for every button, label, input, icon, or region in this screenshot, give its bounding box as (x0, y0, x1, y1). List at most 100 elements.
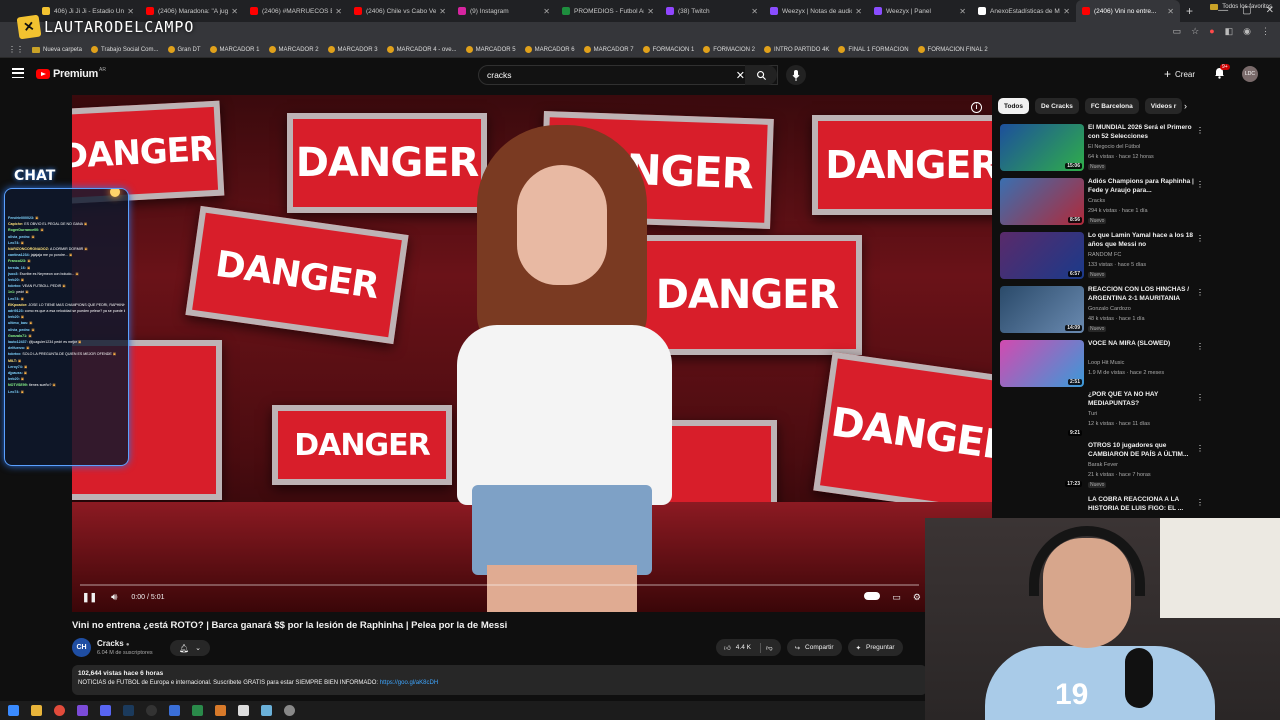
browser-menu-icon[interactable]: ⋮ (1261, 26, 1270, 37)
filter-chip[interactable]: Todos (998, 98, 1030, 114)
recommended-title[interactable]: El MUNDIAL 2026 Será el Primero con 52 S… (1088, 124, 1194, 141)
recommended-title[interactable]: OTROS 10 jugadores que CAMBIARON DE PAÍS… (1088, 442, 1194, 459)
chevron-right-icon[interactable]: › (1184, 101, 1187, 111)
description-box[interactable]: 102,644 vistas hace 6 horas NOTICIAS de … (72, 665, 927, 695)
app-icon[interactable] (261, 705, 272, 716)
subtitles-icon[interactable]: ▭ (892, 592, 901, 603)
recommended-title[interactable]: Adiós Champions para Raphinha | Fede y A… (1088, 178, 1194, 195)
bookmark-item[interactable]: Nueva carpeta (32, 46, 82, 53)
bookmark-item[interactable]: MARCADOR 6 (524, 46, 575, 53)
recommended-channel[interactable]: Barak Fever (1088, 462, 1118, 468)
bookmark-item[interactable]: INTRO PARTIDO 4K (763, 46, 829, 53)
close-tab-icon[interactable]: ✕ (335, 7, 342, 16)
recommended-title[interactable]: REACCIÓN CON LOS HINCHAS / ARGENTINA 2-1… (1088, 286, 1194, 303)
filter-chip[interactable]: FC Barcelona (1084, 98, 1139, 114)
share-button[interactable]: ↪ Compartir (786, 639, 842, 656)
windows-start-icon[interactable] (8, 705, 19, 716)
youtube-logo[interactable]: Premium AR (36, 67, 106, 80)
recommended-video[interactable]: 17:23 OTROS 10 jugadores que CAMBIARON DE… (1000, 442, 1280, 492)
cast-icon[interactable]: ▭ (1173, 26, 1182, 37)
bookmark-item[interactable]: FINAL 1 FORMACION (838, 46, 909, 53)
recommended-title[interactable]: ¿POR QUÉ YA NO HAY MEDIAPUNTAS? (1088, 391, 1194, 408)
recommended-video[interactable]: 8:56 Adiós Champions para Raphinha | Fede… (1000, 178, 1280, 228)
bookmark-item[interactable]: Trabajo Social Com... (91, 46, 159, 53)
video-thumbnail[interactable]: 6:57 (1000, 232, 1084, 279)
recommended-video[interactable]: 9:21 ¿POR QUÉ YA NO HAY MEDIAPUNTAS? Turi 1… (1000, 391, 1280, 441)
steam-icon[interactable] (123, 705, 134, 716)
search-button[interactable] (745, 65, 777, 85)
close-tab-icon[interactable]: ✕ (855, 7, 862, 16)
all-bookmarks[interactable]: Todos los favoritos (1210, 4, 1272, 10)
filter-chip[interactable]: De Cracks (1035, 98, 1079, 114)
new-tab-icon[interactable]: + (1186, 4, 1193, 18)
close-tab-icon[interactable]: ✕ (959, 7, 966, 16)
extension-icon[interactable]: ● (1209, 26, 1214, 37)
video-thumbnail[interactable]: 17:23 (1000, 442, 1084, 489)
bookmark-item[interactable]: MARCADOR 5 (465, 46, 516, 53)
browser-tab[interactable]: (2406) Chile vs Cabo Verde✕ (348, 0, 452, 22)
notifications-button[interactable]: 9+ (1214, 64, 1230, 82)
file-explorer-icon[interactable] (31, 705, 42, 716)
close-tab-icon[interactable]: ✕ (1063, 7, 1070, 16)
app-icon[interactable] (169, 705, 180, 716)
more-options-icon[interactable]: ⋮ (1196, 342, 1204, 351)
bookmark-star-icon[interactable]: ☆ (1191, 26, 1199, 37)
close-tab-icon[interactable]: ✕ (647, 7, 654, 16)
ask-button[interactable]: ✦ Preguntar (847, 639, 903, 656)
volume-icon[interactable]: 🔊︎ (111, 592, 117, 603)
recommended-channel[interactable]: Turi (1088, 411, 1097, 417)
bookmark-item[interactable]: MARCADOR 4 - ove... (386, 46, 457, 53)
recommended-video[interactable]: 15:06 El MUNDIAL 2026 Será el Primero con… (1000, 124, 1280, 174)
thumbs-down-icon[interactable]: 👎︎ (766, 644, 773, 652)
apps-icon[interactable]: ⋮⋮ (8, 45, 24, 54)
description-link[interactable]: https://goo.gl/aK8cDH (380, 680, 438, 686)
close-tab-icon[interactable]: ✕ (751, 7, 758, 16)
recommended-video[interactable]: LA COBRA REACCIONA A LA HISTORIA DE LUIS… (1000, 496, 1280, 518)
video-thumbnail[interactable]: 15:06 (1000, 124, 1084, 171)
browser-tab[interactable]: AnexoEstadísticas de Mi... ✕ (972, 0, 1076, 22)
video-thumbnail[interactable]: 9:21 (1000, 391, 1084, 438)
recommended-channel[interactable]: Gonzalo Cardozo (1088, 306, 1131, 312)
recommended-title[interactable]: Lo que Lamin Yamal hace a los 18 años qu… (1088, 232, 1194, 249)
video-player[interactable]: DANGER DANGER DANGER DANGER DANGER DANGE… (72, 95, 992, 612)
browser-tab[interactable]: (9) Instagram ✕ (452, 0, 556, 22)
video-thumbnail[interactable]: 8:56 (1000, 178, 1084, 225)
progress-bar[interactable] (80, 584, 919, 586)
create-button[interactable]: + Crear (1164, 67, 1195, 81)
search-box[interactable]: cracks ✕ (478, 65, 778, 85)
more-options-icon[interactable]: ⋮ (1196, 288, 1204, 297)
autoplay-toggle[interactable] (864, 592, 881, 600)
close-tab-icon[interactable]: ✕ (543, 7, 550, 16)
app-icon[interactable] (238, 705, 249, 716)
chrome-icon[interactable] (54, 705, 65, 716)
channel-avatar[interactable]: CH (72, 638, 91, 657)
bookmark-item[interactable]: MARCADOR 2 (268, 46, 319, 53)
recommended-video[interactable]: 6:57 Lo que Lamin Yamal hace a los 18 año… (1000, 232, 1280, 282)
recommended-title[interactable]: VOCE NA MIRA (SLOWED) (1088, 340, 1194, 349)
pause-icon[interactable]: ❚❚ (82, 592, 97, 603)
profile-icon[interactable]: ◉ (1243, 26, 1251, 37)
close-tab-icon[interactable]: ✕ (1167, 7, 1174, 16)
browser-tab[interactable]: PROMEDIOS - Futbol Arg...✕ (556, 0, 660, 22)
bookmark-item[interactable]: FORMACION FINAL 2 (917, 46, 988, 53)
video-thumbnail[interactable]: 14:09 (1000, 286, 1084, 333)
recommended-channel[interactable]: Cracks (1088, 198, 1105, 204)
discord-icon[interactable] (100, 705, 111, 716)
recommended-video[interactable]: 2:51 VOCE NA MIRA (SLOWED) Loop Hit Music 1… (1000, 340, 1280, 390)
more-options-icon[interactable]: ⋮ (1196, 498, 1204, 507)
subscription-bell-button[interactable]: 🔔︎ ⌄ (170, 640, 210, 656)
video-thumbnail[interactable] (1000, 496, 1084, 518)
app-icon[interactable] (192, 705, 203, 716)
browser-tab[interactable]: (2406) Vini no entre... ✕ (1076, 0, 1180, 22)
recommended-channel[interactable]: El Negocio del Fútbol (1088, 144, 1140, 150)
recommended-title[interactable]: LA COBRA REACCIONA A LA HISTORIA DE LUIS… (1088, 496, 1194, 513)
like-button[interactable]: 👍︎ 4.4 K 👎︎ (716, 639, 781, 656)
hamburger-menu-icon[interactable] (12, 68, 24, 78)
recommended-channel[interactable]: RANDOM FC (1088, 252, 1121, 258)
browser-tab[interactable]: Weezyx | Panel ✕ (868, 0, 972, 22)
filter-chip[interactable]: Videos r (1144, 98, 1183, 114)
info-icon[interactable]: i (971, 102, 982, 113)
voice-search-button[interactable] (786, 65, 806, 85)
browser-tab[interactable]: (38) Twitch ✕ (660, 0, 764, 22)
more-options-icon[interactable]: ⋮ (1196, 126, 1204, 135)
